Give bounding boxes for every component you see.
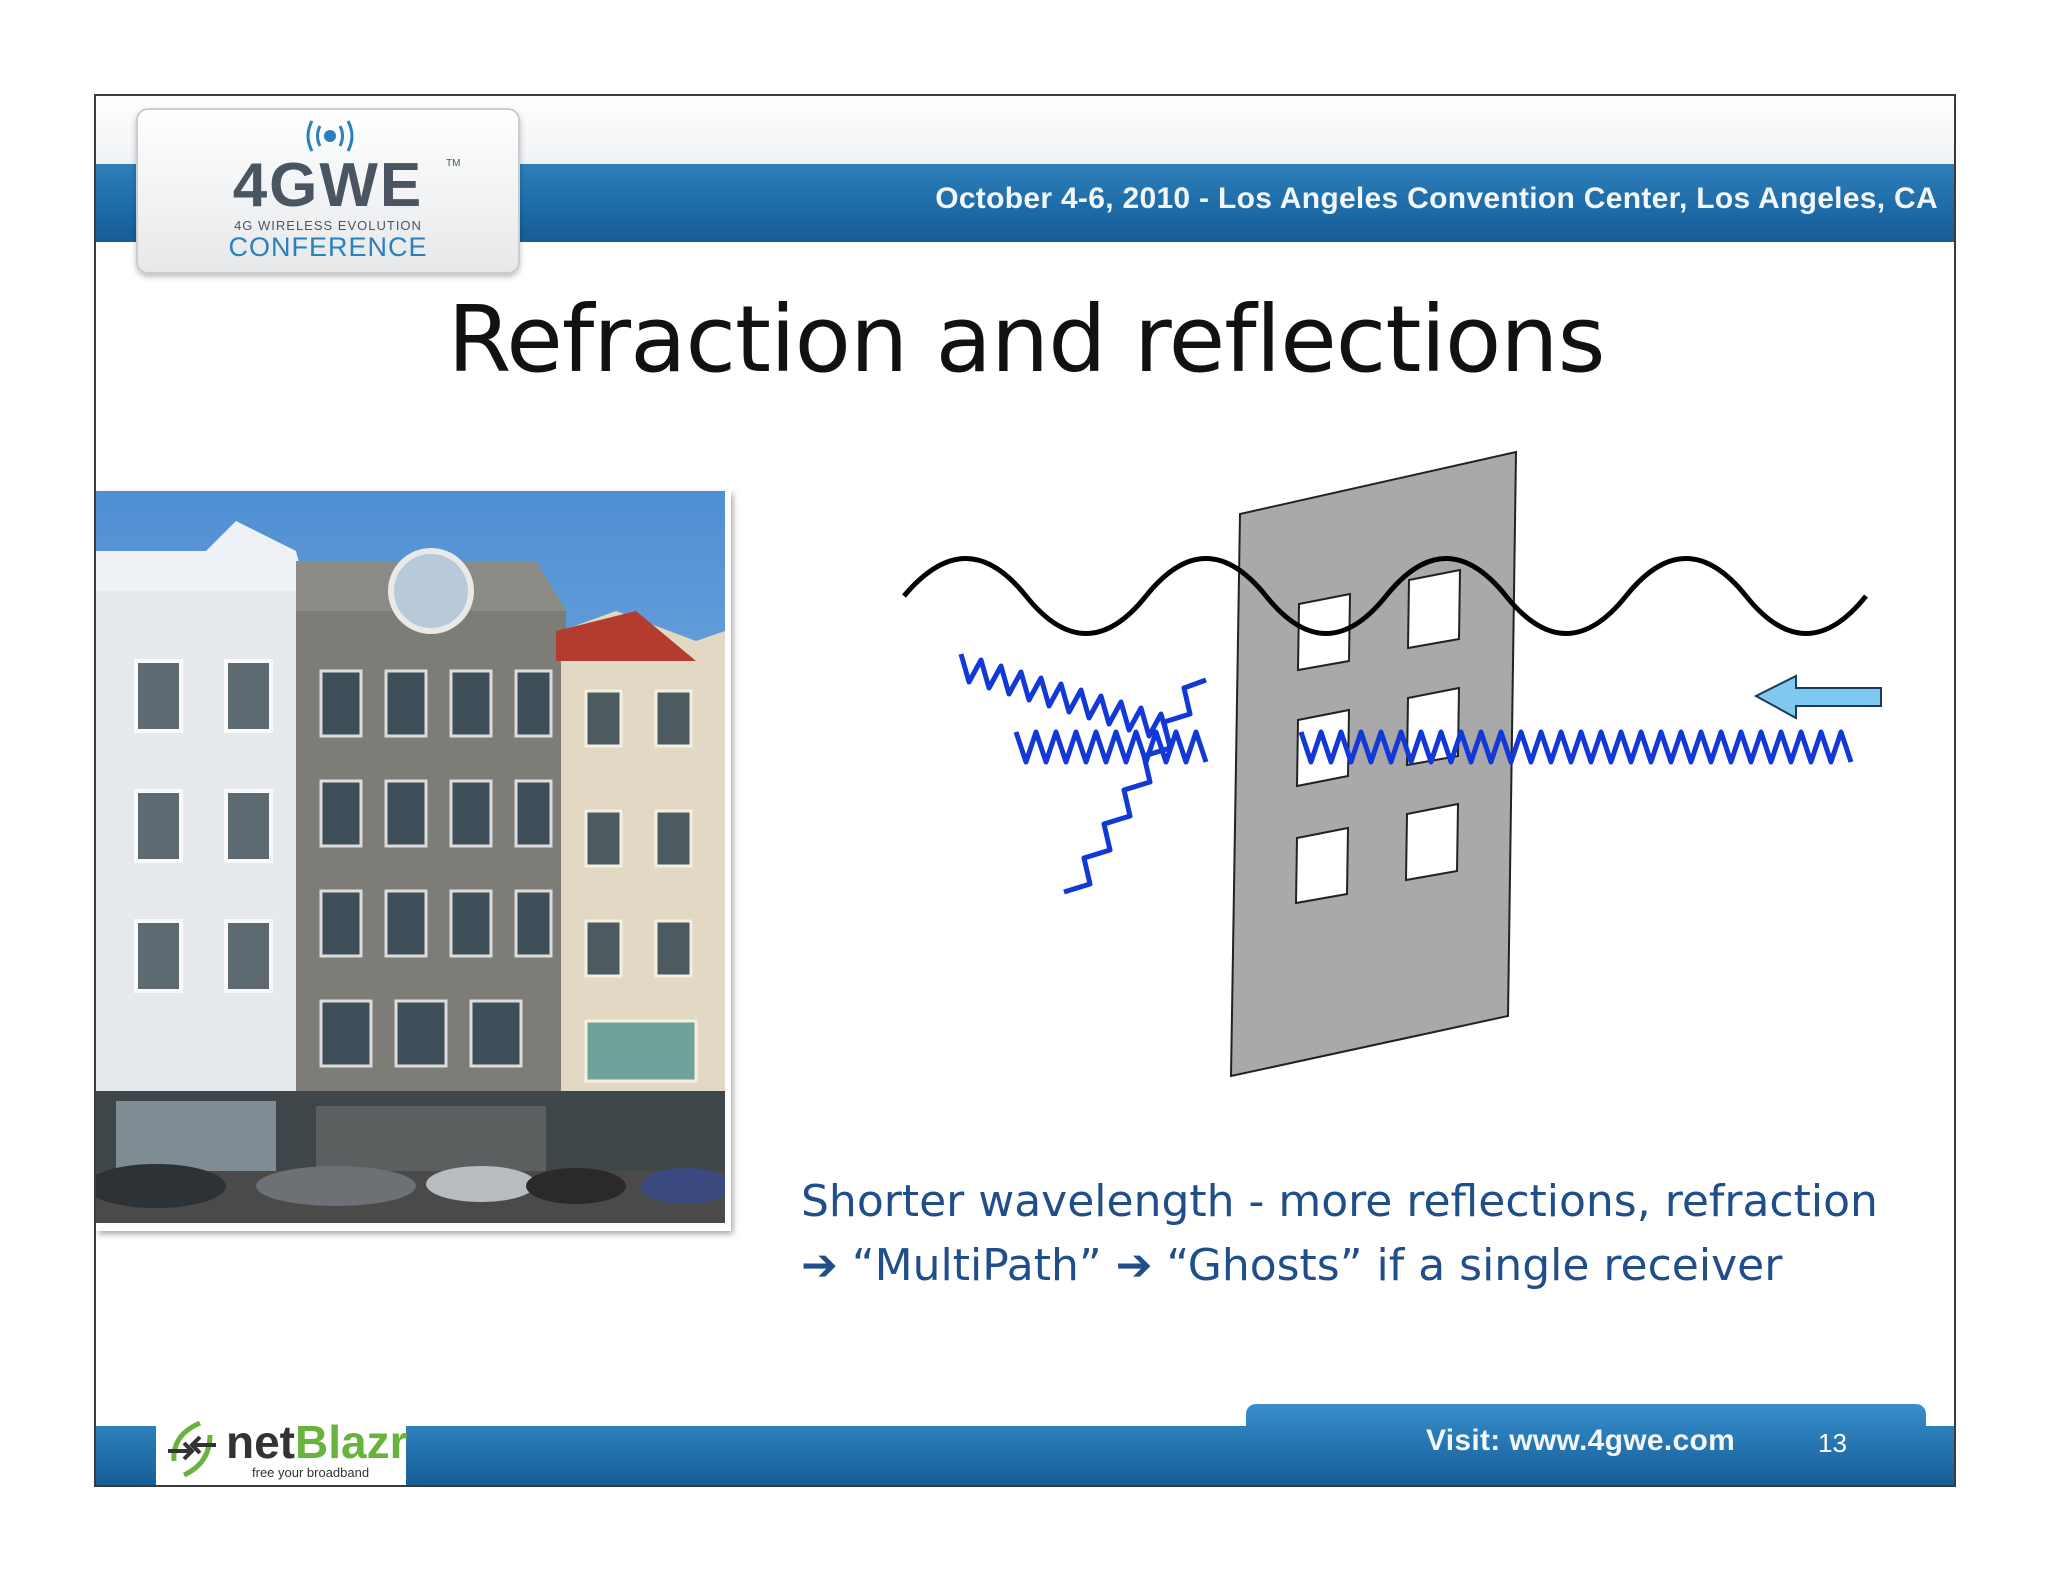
reflected-wave-upper bbox=[958, 653, 1172, 743]
multipath-diagram bbox=[902, 450, 1882, 1078]
caption-line-1: Shorter wavelength - more reflections, r… bbox=[801, 1176, 1878, 1227]
refracted-short-wave bbox=[1013, 729, 1209, 765]
direction-arrow-icon bbox=[1753, 674, 1882, 720]
sponsor-logo: netBlazr free your broadband bbox=[156, 1413, 408, 1485]
building-photo bbox=[96, 491, 725, 1223]
logo-subtitle: 4G WIRELESS EVOLUTION bbox=[234, 218, 422, 233]
slide-title: Refraction and reflections bbox=[447, 286, 1605, 393]
slide: October 4-6, 2010 - Los Angeles Conventi… bbox=[94, 94, 1956, 1487]
logo-trademark: TM bbox=[446, 158, 461, 169]
building-photo-frame bbox=[96, 491, 731, 1231]
conference-logo: 4GWE TM 4G WIRELESS EVOLUTION CONFERENCE bbox=[136, 108, 520, 274]
caption: Shorter wavelength - more reflections, r… bbox=[801, 1170, 1901, 1298]
building-wall bbox=[1229, 450, 1518, 1078]
visit-link[interactable]: Visit: www.4gwe.com bbox=[1426, 1424, 1735, 1458]
logo-wordmark: 4GWE bbox=[232, 151, 424, 220]
event-info: October 4-6, 2010 - Los Angeles Conventi… bbox=[935, 182, 1938, 215]
page-number: 13 bbox=[1818, 1428, 1847, 1458]
logo-conference: CONFERENCE bbox=[228, 232, 428, 262]
netblazr-leaf-icon bbox=[168, 1420, 216, 1478]
sponsor-name-net: net bbox=[226, 1416, 295, 1468]
wireless-signal-icon bbox=[306, 120, 354, 152]
caption-line-2: ➔ “MultiPath” ➔ “Ghosts” if a single rec… bbox=[801, 1240, 1783, 1291]
sponsor-tagline: free your broadband bbox=[252, 1465, 370, 1480]
sponsor-name-blazr: Blazr bbox=[295, 1416, 408, 1468]
